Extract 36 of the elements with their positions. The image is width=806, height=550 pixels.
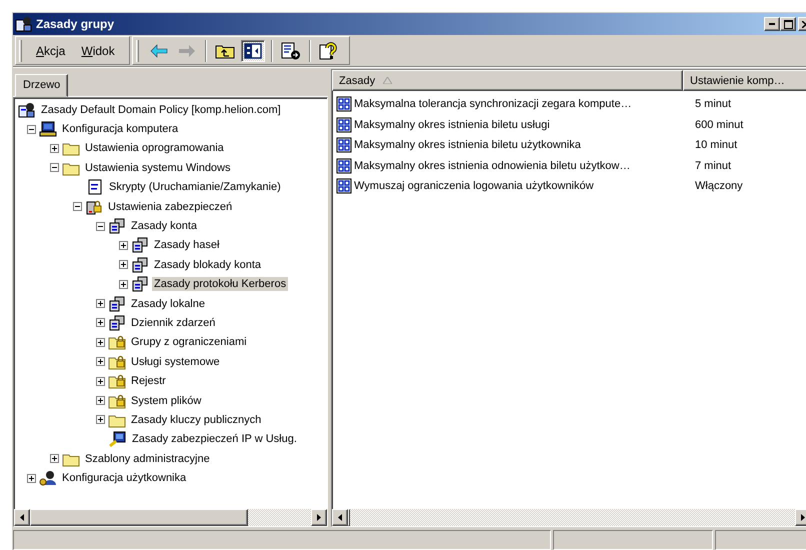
policy-name[interactable]: Maksymalny okres istnienia odnowienia biletu użytkow…: [354, 160, 630, 172]
tree-item[interactable]: Ustawienia zabezpieczeń: [106, 200, 234, 214]
policy-setting: 5 minut: [694, 98, 732, 110]
column-header[interactable]: Zasady: [332, 70, 684, 91]
tree-item[interactable]: Zasady lokalne: [129, 296, 207, 311]
policy-name[interactable]: Wymuszaj ograniczenia logowania użytkowników: [354, 180, 594, 192]
tree-item[interactable]: Usługi systemowe: [129, 354, 222, 369]
policy-name[interactable]: Maksymalny okres istnienia biletu usługi: [354, 118, 550, 131]
tree-item[interactable]: Zasady protokołu Kerberos: [152, 277, 288, 292]
tree-item[interactable]: Rejestr: [129, 374, 168, 388]
window-title: Zasady grupy: [36, 17, 114, 31]
tree-item[interactable]: Zasady kluczy publicznych: [129, 412, 264, 427]
menu-item[interactable]: Akcja: [28, 40, 74, 60]
policy-setting: 7 minut: [694, 160, 732, 172]
tree-item[interactable]: Skrypty (Uruchamianie/Zamykanie): [107, 180, 283, 194]
tree-item[interactable]: Zasady blokady konta: [152, 258, 264, 272]
tree-item[interactable]: Zasady zabezpieczeń IP w Usług.: [130, 432, 299, 446]
tree-item[interactable]: Dziennik zdarzeń: [129, 316, 218, 330]
tree-item[interactable]: Szablony administracyjne: [83, 452, 212, 466]
tree-item[interactable]: Grupy z ograniczeniami: [129, 335, 249, 350]
policy-setting: 600 minut: [694, 118, 744, 131]
tree-item[interactable]: Ustawienia systemu Windows: [83, 160, 232, 175]
menu-item[interactable]: Widok: [73, 40, 123, 60]
policy-setting: Włączony: [694, 180, 743, 192]
tree-item[interactable]: Ustawienia oprogramowania: [83, 141, 226, 156]
tree-item[interactable]: Konfiguracja użytkownika: [60, 471, 188, 486]
tab[interactable]: Drzewo: [15, 74, 68, 97]
column-header[interactable]: Ustawienie komp…: [683, 70, 806, 91]
policy-name[interactable]: Maksymalna tolerancja synchronizacji zegara kompute…: [354, 98, 632, 110]
tree-item[interactable]: Zasady haseł: [152, 238, 222, 252]
policy-name[interactable]: Maksymalny okres istnienia biletu użytkownika: [354, 139, 581, 152]
tree-item[interactable]: Zasady konta: [129, 219, 200, 234]
tree-item[interactable]: Zasady Default Domain Policy [komp.helion.com]: [39, 102, 283, 117]
policy-setting: 10 minut: [694, 139, 738, 152]
tree-item[interactable]: Konfiguracja komputera: [60, 122, 180, 136]
tree-item[interactable]: System plików: [129, 394, 204, 408]
